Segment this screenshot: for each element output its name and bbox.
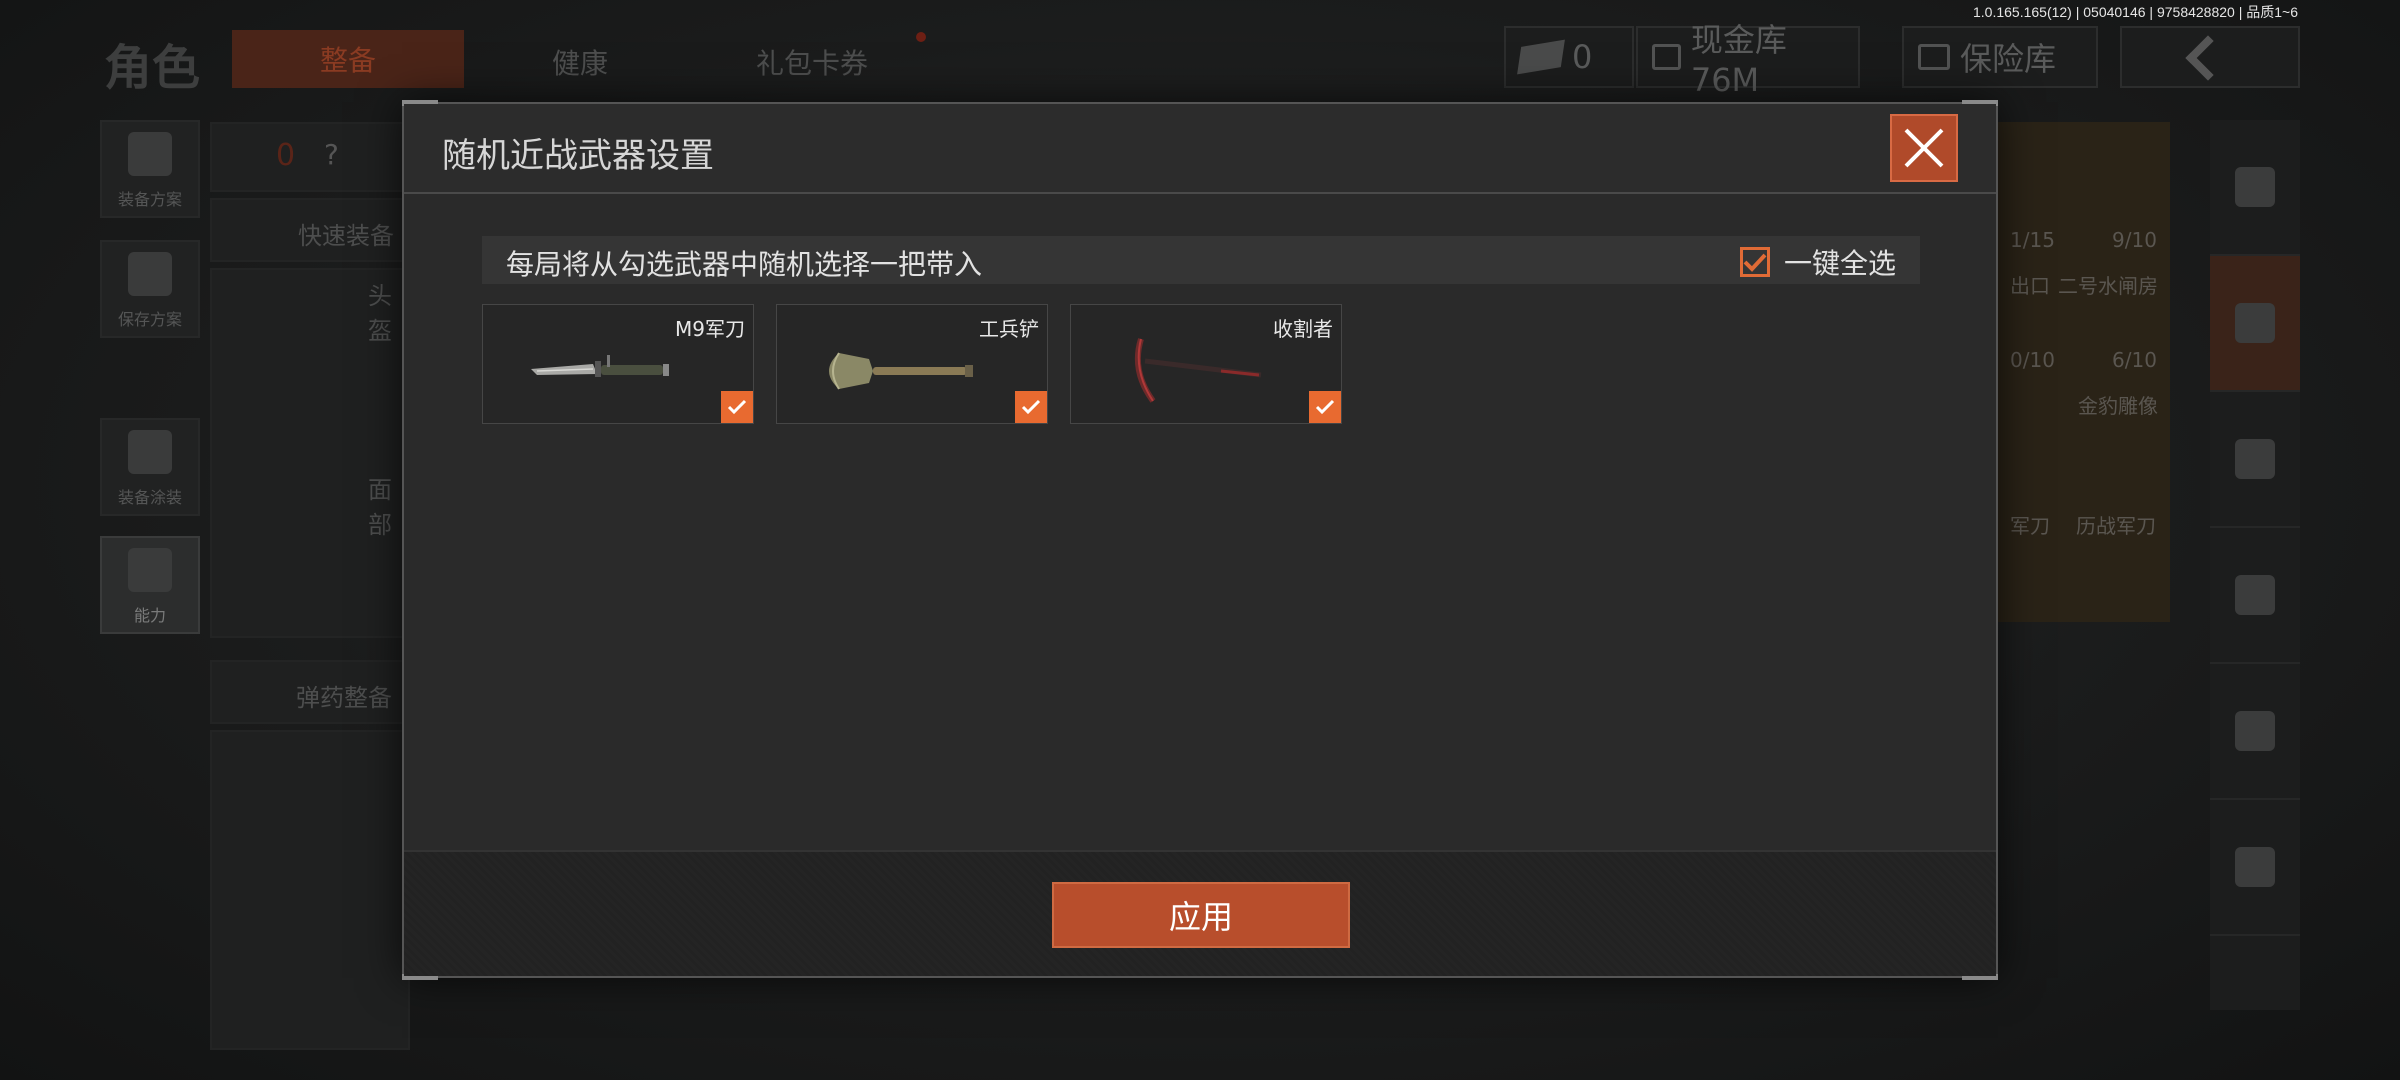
weapon-checkbox[interactable] [1015,391,1047,423]
weapon-name: 工兵铲 [979,317,1039,341]
shovel-icon [829,352,973,390]
gear-panel: 头盔 面部 [210,268,410,638]
slot-helmet[interactable] [2210,392,2300,528]
back-button[interactable] [2120,26,2300,88]
currency-box[interactable]: 0 [1504,26,1634,88]
right-slot-bar [2210,120,2300,1010]
tab-gift-vouchers[interactable]: 礼包卡券 [756,42,868,82]
slot-rifle[interactable] [2210,528,2300,664]
ammo-panel [210,730,410,1050]
weapon-card-reaper[interactable]: 收割者 [1070,304,1342,424]
dialog-title: 随机近战武器设置 [442,136,714,176]
slot-selected[interactable] [2210,256,2300,392]
check-icon [1743,253,1767,272]
loadout-plan-label: 装备方案 [117,190,182,209]
page-title: 角色 [104,40,201,96]
stash-item-count: 0/10 [2010,348,2055,372]
check-icon [1315,399,1335,415]
tab-equip[interactable]: 整备 [232,30,464,88]
weapon-card-shovel[interactable]: 工兵铲 [776,304,1048,424]
stack-icon [2235,167,2275,207]
weapon-card-m9[interactable]: M9军刀 [482,304,754,424]
helmet-icon [2235,439,2275,479]
select-all-checkbox[interactable] [1739,247,1770,277]
select-all-label: 一键全选 [1783,247,1896,280]
stash-items-panel: 1/15 9/10 出口 二号水闸房 0/10 6/10 金豹雕像 军刀 历战军… [1990,122,2170,622]
ammo-equip-label: 弹药整备 [296,684,392,712]
slot-ammo[interactable] [2210,800,2300,936]
stash-item-name: 历战军刀 [2076,514,2156,538]
stash-item-count: 9/10 [2112,228,2157,252]
select-all-toggle[interactable]: 一键全选 [1739,242,1896,282]
quick-equip-label: 快速装备 [298,222,394,250]
ability-button[interactable]: 能力 [100,536,200,634]
helmet-icon [128,430,172,474]
cash-icon [1517,39,1565,75]
risk-count: 0 [276,138,296,173]
help-icon[interactable]: ? [324,138,339,171]
stash-item-count: 6/10 [2112,348,2157,372]
magazine-icon [2235,711,2275,751]
info-bar: 每局将从勾选武器中随机选择一把带入 一键全选 [482,236,1920,284]
save-plan-label: 保存方案 [117,310,182,329]
cash-vault-label: 现金库 76M [1690,21,1787,99]
stash-item-name: 出口 [2010,274,2050,298]
weapon-checkbox[interactable] [721,391,753,423]
knife-icon [531,355,669,377]
info-text: 每局将从勾选武器中随机选择一把带入 [506,248,983,281]
stash-item-name: 军刀 [2010,514,2050,538]
version-info: 1.0.165.165(12) | 05040146 | 9758428820 … [1972,4,2298,20]
apply-button[interactable]: 应用 [1052,882,1350,948]
risk-panel: 0 ? [210,122,410,192]
stash-item-name: 二号水闸房 [2058,274,2158,298]
layers-icon [2235,303,2275,343]
loadout-plan-button[interactable]: 装备方案 [100,120,200,218]
currency-count: 0 [1572,38,1593,76]
stash-item-name: 金豹雕像 [2078,394,2158,418]
bullet-icon [2235,847,2275,887]
notification-dot [916,32,926,42]
close-button[interactable] [1890,114,1958,182]
vest-icon [128,132,172,176]
weapon-name: 收割者 [1273,317,1333,341]
slot-magazine[interactable] [2210,664,2300,800]
weapon-checkbox[interactable] [1309,391,1341,423]
tab-health[interactable]: 健康 [552,42,608,82]
random-melee-dialog: 随机近战武器设置 每局将从勾选武器中随机选择一把带入 一键全选 M9军刀 工兵铲… [402,100,1998,980]
check-icon [727,399,747,415]
equip-skin-button[interactable]: 装备涂装 [100,418,200,516]
safe-box-label: 保险库 [1960,40,2057,78]
slot-stack[interactable] [2210,120,2300,256]
close-icon [1904,128,1944,168]
save-plan-button[interactable]: 保存方案 [100,240,200,338]
rifle-icon [2235,575,2275,615]
lightning-icon [128,548,172,592]
vault-icon [1652,44,1681,70]
ability-label: 能力 [133,606,166,625]
dialog-footer: 应用 [404,850,1996,976]
cash-vault-button[interactable]: 现金库 76M [1636,21,1860,99]
pickaxe-icon [1134,338,1262,403]
weapon-list: M9军刀 工兵铲 收割者 [482,304,1342,424]
ammo-equip-button[interactable]: 弹药整备 [210,660,410,724]
download-icon [128,252,172,296]
game-screen: 1.0.165.165(12) | 05040146 | 9758428820 … [0,0,2400,1080]
check-icon [1021,399,1041,415]
stash-item-count: 1/15 [2010,228,2055,252]
equip-skin-label: 装备涂装 [117,488,182,507]
safe-icon [1918,44,1950,70]
quick-equip-button[interactable]: 快速装备 [210,198,410,262]
dialog-header: 随机近战武器设置 [404,104,1996,194]
safe-box-button[interactable]: 保险库 [1902,26,2098,88]
